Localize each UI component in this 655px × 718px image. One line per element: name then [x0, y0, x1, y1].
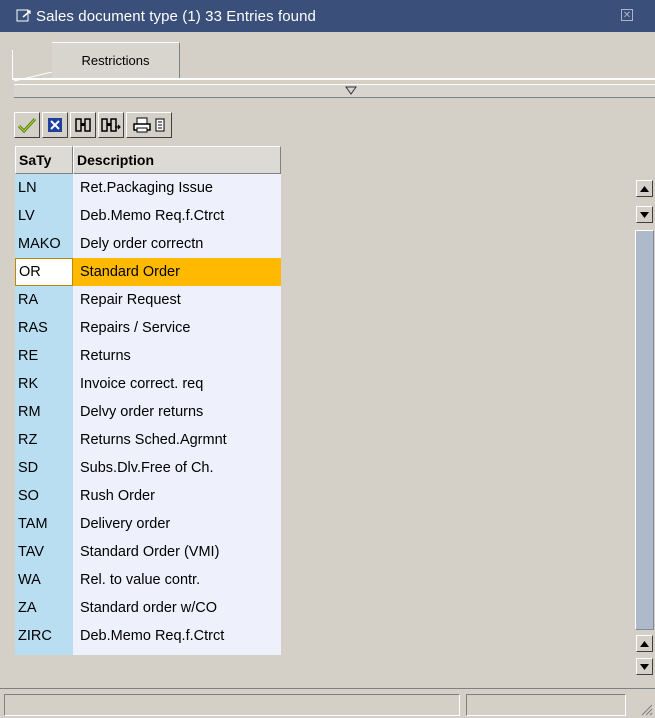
cell-description[interactable]: Deb.Memo Req.f.Ctrct [73, 202, 281, 230]
cell-description[interactable]: Returns Sched.Agrmnt [73, 426, 281, 454]
cell-description[interactable]: Delvy order returns [73, 398, 281, 426]
table-body-end [15, 650, 281, 655]
cell-description[interactable]: Rel. to value contr. [73, 566, 281, 594]
print-settings-icon [155, 118, 165, 132]
cell-description[interactable]: Repair Request [73, 286, 281, 314]
print-button[interactable] [126, 112, 172, 138]
tab-divider [12, 78, 655, 80]
table-row[interactable]: OR Standard Order [15, 258, 281, 286]
cell-saty[interactable]: ZA [15, 594, 73, 622]
table-row[interactable]: RE Returns [15, 342, 281, 370]
dialog-window-icon [16, 8, 32, 24]
print-icon [133, 117, 151, 133]
table-row[interactable]: MAKO Dely order correctn [15, 230, 281, 258]
cell-saty[interactable]: ZIRC [15, 622, 73, 650]
table-body: LN Ret.Packaging Issue LV Deb.Memo Req.f.Ct… [15, 174, 281, 650]
table-row[interactable]: RK Invoice correct. req [15, 370, 281, 398]
cell-saty[interactable]: WA [15, 566, 73, 594]
scroll-down-button[interactable] [636, 206, 653, 223]
cell-saty[interactable]: LV [15, 202, 73, 230]
table-row[interactable]: SO Rush Order [15, 482, 281, 510]
cell-saty[interactable]: RAS [15, 314, 73, 342]
scroll-up-button[interactable] [636, 180, 653, 197]
cell-saty[interactable]: LN [15, 174, 73, 202]
find-next-binoculars-icon [101, 118, 121, 132]
cell-description[interactable]: Invoice correct. req [73, 370, 281, 398]
triangle-down-icon [345, 86, 357, 95]
scroll-down-button-bottom[interactable] [636, 658, 653, 675]
table-row[interactable]: WA Rel. to value contr. [15, 566, 281, 594]
status-field-info [466, 694, 626, 716]
arrow-up-icon [640, 640, 649, 647]
arrow-up-icon [640, 185, 649, 192]
cell-description[interactable]: Deb.Memo Req.f.Ctrct [73, 622, 281, 650]
cell-description[interactable]: Standard order w/CO [73, 594, 281, 622]
column-header-saty[interactable]: SaTy [15, 146, 73, 174]
cell-description[interactable]: Dely order correctn [73, 230, 281, 258]
scrollbar-thumb[interactable] [635, 230, 654, 630]
tab-strip: Restrictions [0, 32, 655, 82]
title-bar: Sales document type (1) 33 Entries found… [0, 0, 655, 32]
cell-description[interactable]: Delivery order [73, 510, 281, 538]
cell-description[interactable]: Standard Order [73, 258, 281, 286]
status-field-message [4, 694, 460, 716]
table-row[interactable]: TAV Standard Order (VMI) [15, 538, 281, 566]
entries-table: SaTy Description LN Ret.Packaging Issue LV… [15, 146, 281, 655]
toolbar [14, 112, 172, 140]
cell-saty[interactable]: TAV [15, 538, 73, 566]
tab-restrictions[interactable]: Restrictions [52, 42, 180, 80]
arrow-down-icon [640, 663, 649, 670]
table-row[interactable]: ZIRC Deb.Memo Req.f.Ctrct [15, 622, 281, 650]
cell-description[interactable]: Subs.Dlv.Free of Ch. [73, 454, 281, 482]
cell-saty[interactable]: MAKO [15, 230, 73, 258]
restrictions-collapse-bar[interactable] [14, 84, 655, 98]
cell-description[interactable]: Returns [73, 342, 281, 370]
find-binoculars-icon [75, 118, 91, 132]
find-button[interactable] [70, 112, 96, 138]
cell-saty[interactable]: RK [15, 370, 73, 398]
cell-description[interactable]: Rush Order [73, 482, 281, 510]
table-row[interactable]: RZ Returns Sched.Agrmnt [15, 426, 281, 454]
cancel-button[interactable] [42, 112, 68, 138]
resize-grip-icon[interactable] [639, 702, 653, 716]
cell-description[interactable]: Ret.Packaging Issue [73, 174, 281, 202]
cell-description[interactable]: Repairs / Service [73, 314, 281, 342]
table-header: SaTy Description [15, 146, 281, 174]
status-bar [0, 688, 655, 718]
close-icon[interactable]: ✕ [621, 9, 633, 21]
tab-label: Restrictions [81, 53, 150, 68]
continue-check-icon [18, 117, 36, 133]
cell-saty[interactable]: RA [15, 286, 73, 314]
cancel-x-icon [48, 118, 62, 132]
window-title: Sales document type (1) 33 Entries found [36, 7, 316, 25]
scroll-up-button-bottom[interactable] [636, 635, 653, 652]
table-row[interactable]: SD Subs.Dlv.Free of Ch. [15, 454, 281, 482]
table-row[interactable]: RA Repair Request [15, 286, 281, 314]
cell-saty[interactable]: SD [15, 454, 73, 482]
table-row[interactable]: ZA Standard order w/CO [15, 594, 281, 622]
vertical-scrollbar[interactable] [634, 180, 655, 685]
cell-saty[interactable]: RZ [15, 426, 73, 454]
table-row[interactable]: RAS Repairs / Service [15, 314, 281, 342]
cell-saty[interactable]: TAM [15, 510, 73, 538]
table-row[interactable]: LV Deb.Memo Req.f.Ctrct [15, 202, 281, 230]
continue-button[interactable] [14, 112, 40, 138]
tab-edge-decoration [14, 72, 53, 82]
table-row[interactable]: LN Ret.Packaging Issue [15, 174, 281, 202]
arrow-down-icon [640, 211, 649, 218]
tab-divider-left [12, 50, 13, 80]
table-row[interactable]: TAM Delivery order [15, 510, 281, 538]
cell-saty[interactable]: SO [15, 482, 73, 510]
cell-saty[interactable]: RM [15, 398, 73, 426]
cell-description[interactable]: Standard Order (VMI) [73, 538, 281, 566]
column-header-description[interactable]: Description [73, 146, 281, 174]
table-row[interactable]: RM Delvy order returns [15, 398, 281, 426]
cell-saty[interactable]: OR [15, 258, 73, 286]
find-next-button[interactable] [98, 112, 124, 138]
cell-saty[interactable]: RE [15, 342, 73, 370]
